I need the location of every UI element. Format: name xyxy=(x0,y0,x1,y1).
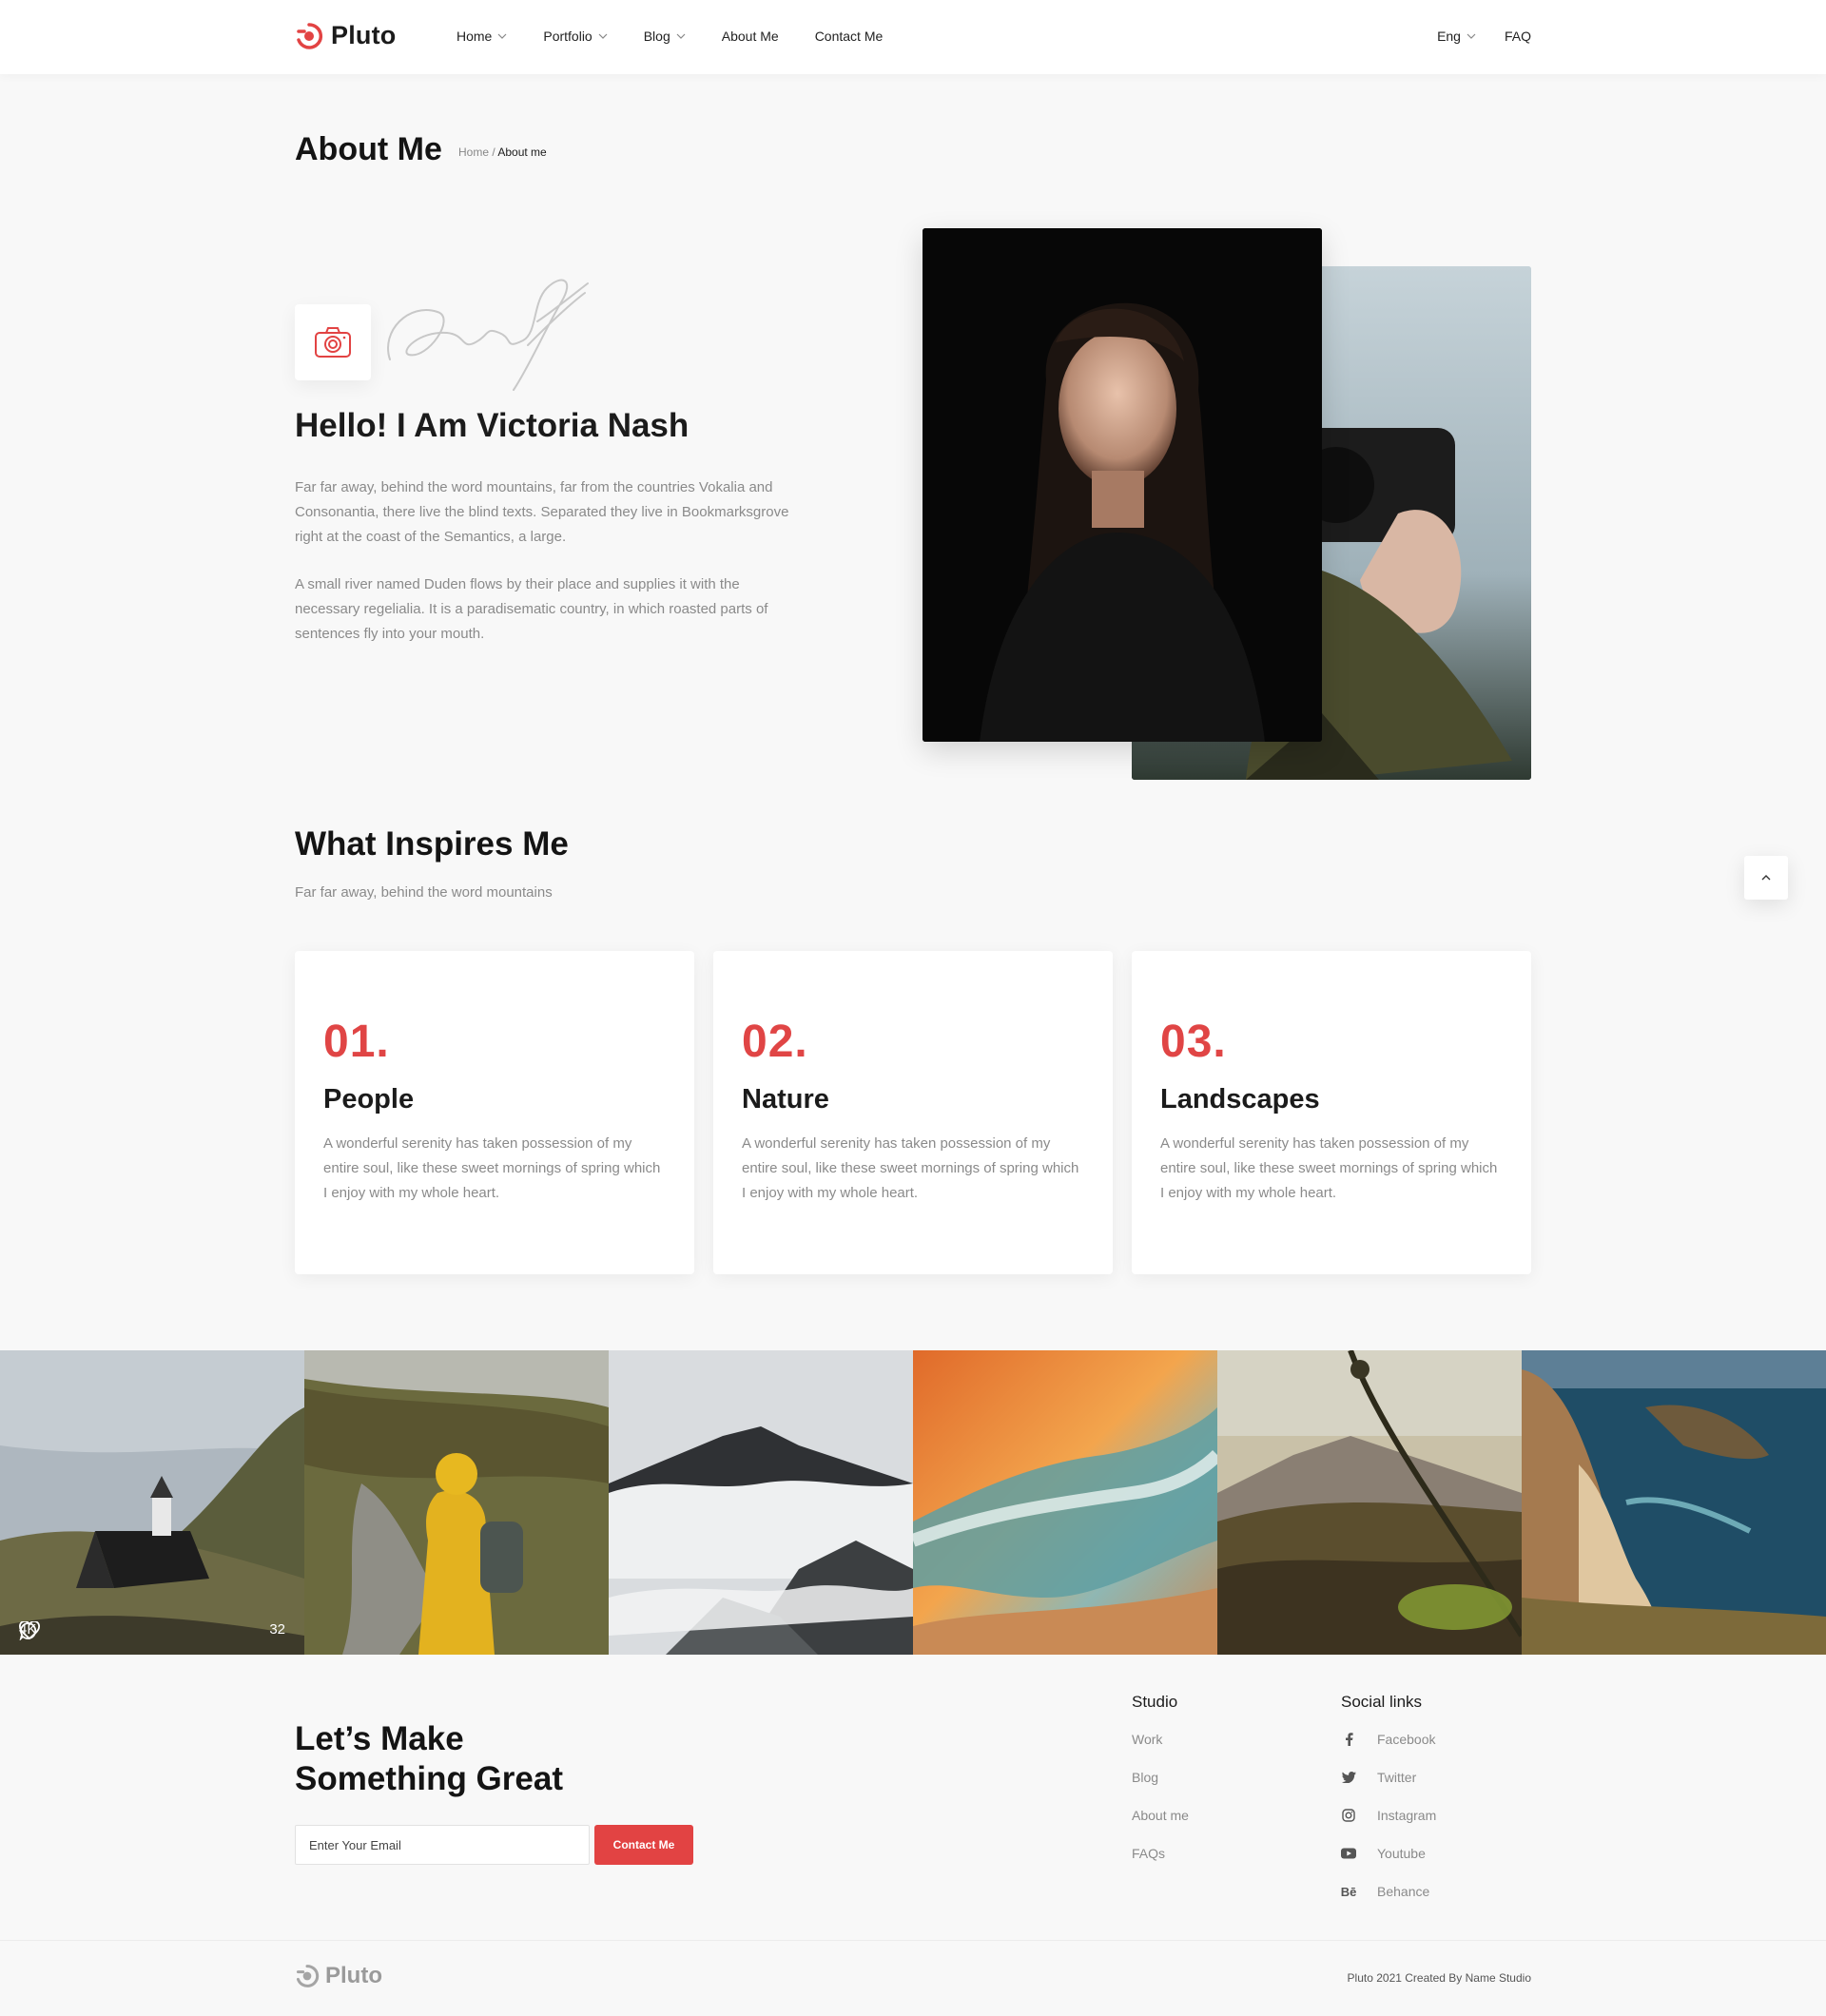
language-label: Eng xyxy=(1437,29,1461,44)
gallery-photo-valley[interactable] xyxy=(1217,1350,1522,1655)
footer-logo[interactable]: Pluto xyxy=(295,1963,382,1989)
gallery-photo-wave[interactable] xyxy=(913,1350,1217,1655)
main-nav: Home Portfolio Blog About Me Contact Me xyxy=(456,29,919,44)
cta-line-1: Let’s Make xyxy=(295,1720,464,1757)
logo-icon xyxy=(297,22,323,49)
chevron-down-icon xyxy=(1467,33,1476,39)
comment-icon xyxy=(19,1622,37,1640)
footer-link-work[interactable]: Work xyxy=(1132,1732,1162,1747)
social-link-facebook[interactable]: Facebook xyxy=(1341,1732,1435,1747)
page-title: About Me xyxy=(295,131,442,167)
youtube-icon xyxy=(1341,1846,1356,1861)
breadcrumb-separator: / xyxy=(489,145,498,159)
copyright-text: Pluto 2021 Created By Name Studio xyxy=(1347,1971,1531,1985)
nav-label: Blog xyxy=(643,29,670,44)
gallery-photo-hiker[interactable] xyxy=(304,1350,609,1655)
faq-link[interactable]: FAQ xyxy=(1505,29,1531,44)
nav-item-contact-me[interactable]: Contact Me xyxy=(815,29,884,44)
social-link-youtube[interactable]: Youtube xyxy=(1341,1846,1426,1861)
chevron-down-icon xyxy=(676,33,686,39)
scroll-to-top-button[interactable] xyxy=(1744,856,1788,900)
social-label: Twitter xyxy=(1377,1770,1417,1785)
chevron-down-icon xyxy=(598,33,608,39)
breadcrumb-current: About me xyxy=(497,145,547,159)
nav-label: Home xyxy=(456,29,493,44)
signature-image xyxy=(387,279,589,391)
photo-gallery: 4K 32 xyxy=(0,1350,1826,1655)
comments-count: 32 xyxy=(269,1621,285,1638)
studio-heading: Studio xyxy=(1132,1693,1178,1711)
header-right: Eng FAQ xyxy=(1437,29,1531,44)
inspires-subtitle: Far far away, behind the word mountains xyxy=(295,884,553,901)
card-text: A wonderful serenity has taken possessio… xyxy=(742,1135,1079,1201)
social-link-behance[interactable]: Bē Behance xyxy=(1340,1884,1430,1899)
social-link-instagram[interactable]: Instagram xyxy=(1341,1808,1436,1823)
about-heading: Hello! I Am Victoria Nash xyxy=(295,407,690,444)
language-selector[interactable]: Eng xyxy=(1437,29,1476,44)
gallery-photo-church[interactable]: 4K 32 xyxy=(0,1350,304,1655)
social-label: Behance xyxy=(1377,1884,1430,1899)
gallery-photo-mountain-clouds[interactable] xyxy=(609,1350,913,1655)
nav-item-blog[interactable]: Blog xyxy=(644,29,686,44)
instagram-icon xyxy=(1341,1808,1356,1823)
facebook-icon xyxy=(1341,1732,1356,1747)
camera-icon xyxy=(315,327,351,358)
footer-cta: Let’s Make Something Great xyxy=(295,1719,694,1799)
nav-item-home[interactable]: Home xyxy=(456,29,507,44)
inspire-card-landscapes: 03. Landscapes A wonderful serenity has … xyxy=(1132,951,1531,1274)
footer-link-blog[interactable]: Blog xyxy=(1132,1770,1158,1785)
email-field[interactable] xyxy=(295,1825,590,1865)
breadcrumb-home[interactable]: Home xyxy=(458,145,489,159)
brand-name: Pluto xyxy=(331,21,397,49)
social-heading: Social links xyxy=(1341,1693,1423,1711)
footer-link-faqs[interactable]: FAQs xyxy=(1132,1846,1165,1861)
inspires-title: What Inspires Me xyxy=(295,825,569,863)
site-header: Pluto Home Portfolio Blog About Me Conta… xyxy=(0,0,1826,74)
footer-brand-name: Pluto xyxy=(325,1963,382,1988)
brand-logo[interactable]: Pluto xyxy=(295,21,397,50)
social-label: Instagram xyxy=(1377,1808,1437,1823)
portrait-photo xyxy=(923,228,1322,742)
inspire-card-nature: 02. Nature A wonderful serenity has take… xyxy=(713,951,1113,1274)
nav-label: Contact Me xyxy=(814,29,884,44)
footer-link-about-me[interactable]: About me xyxy=(1132,1808,1189,1823)
card-number: 03. xyxy=(1160,1017,1227,1067)
chevron-up-icon xyxy=(1761,875,1771,881)
comments-stat[interactable]: 32 xyxy=(19,1621,285,1640)
logo-icon xyxy=(296,1965,320,1987)
card-title: People xyxy=(323,1084,415,1115)
behance-icon: Bē xyxy=(1340,1884,1357,1899)
nav-item-portfolio[interactable]: Portfolio xyxy=(543,29,608,44)
twitter-icon xyxy=(1341,1770,1356,1785)
gallery-photo-coast[interactable] xyxy=(1522,1350,1826,1655)
card-title: Landscapes xyxy=(1160,1084,1320,1115)
card-number: 01. xyxy=(323,1017,390,1067)
chevron-down-icon xyxy=(497,33,507,39)
cta-line-2: Something Great xyxy=(295,1760,563,1797)
about-paragraph-1: Far far away, behind the word mountains,… xyxy=(295,479,789,545)
about-paragraph-2: A small river named Duden flows by their… xyxy=(295,576,768,642)
breadcrumb: Home / About me xyxy=(458,145,547,159)
nav-item-about-me[interactable]: About Me xyxy=(722,29,779,44)
social-label: Youtube xyxy=(1377,1846,1426,1861)
social-label: Facebook xyxy=(1377,1732,1436,1747)
gallery-stats: 4K 32 xyxy=(19,1621,285,1640)
card-text: A wonderful serenity has taken possessio… xyxy=(1160,1135,1498,1201)
nav-label: Portfolio xyxy=(543,29,592,44)
footer-divider xyxy=(0,1940,1826,1941)
nav-label: About Me xyxy=(721,29,779,44)
inspire-card-people: 01. People A wonderful serenity has take… xyxy=(295,951,694,1274)
card-number: 02. xyxy=(742,1017,808,1067)
social-link-twitter[interactable]: Twitter xyxy=(1341,1770,1416,1785)
contact-me-button[interactable]: Contact Me xyxy=(594,1825,693,1865)
card-text: A wonderful serenity has taken possessio… xyxy=(323,1135,661,1201)
card-title: Nature xyxy=(742,1084,829,1115)
about-icon-box xyxy=(295,304,371,380)
